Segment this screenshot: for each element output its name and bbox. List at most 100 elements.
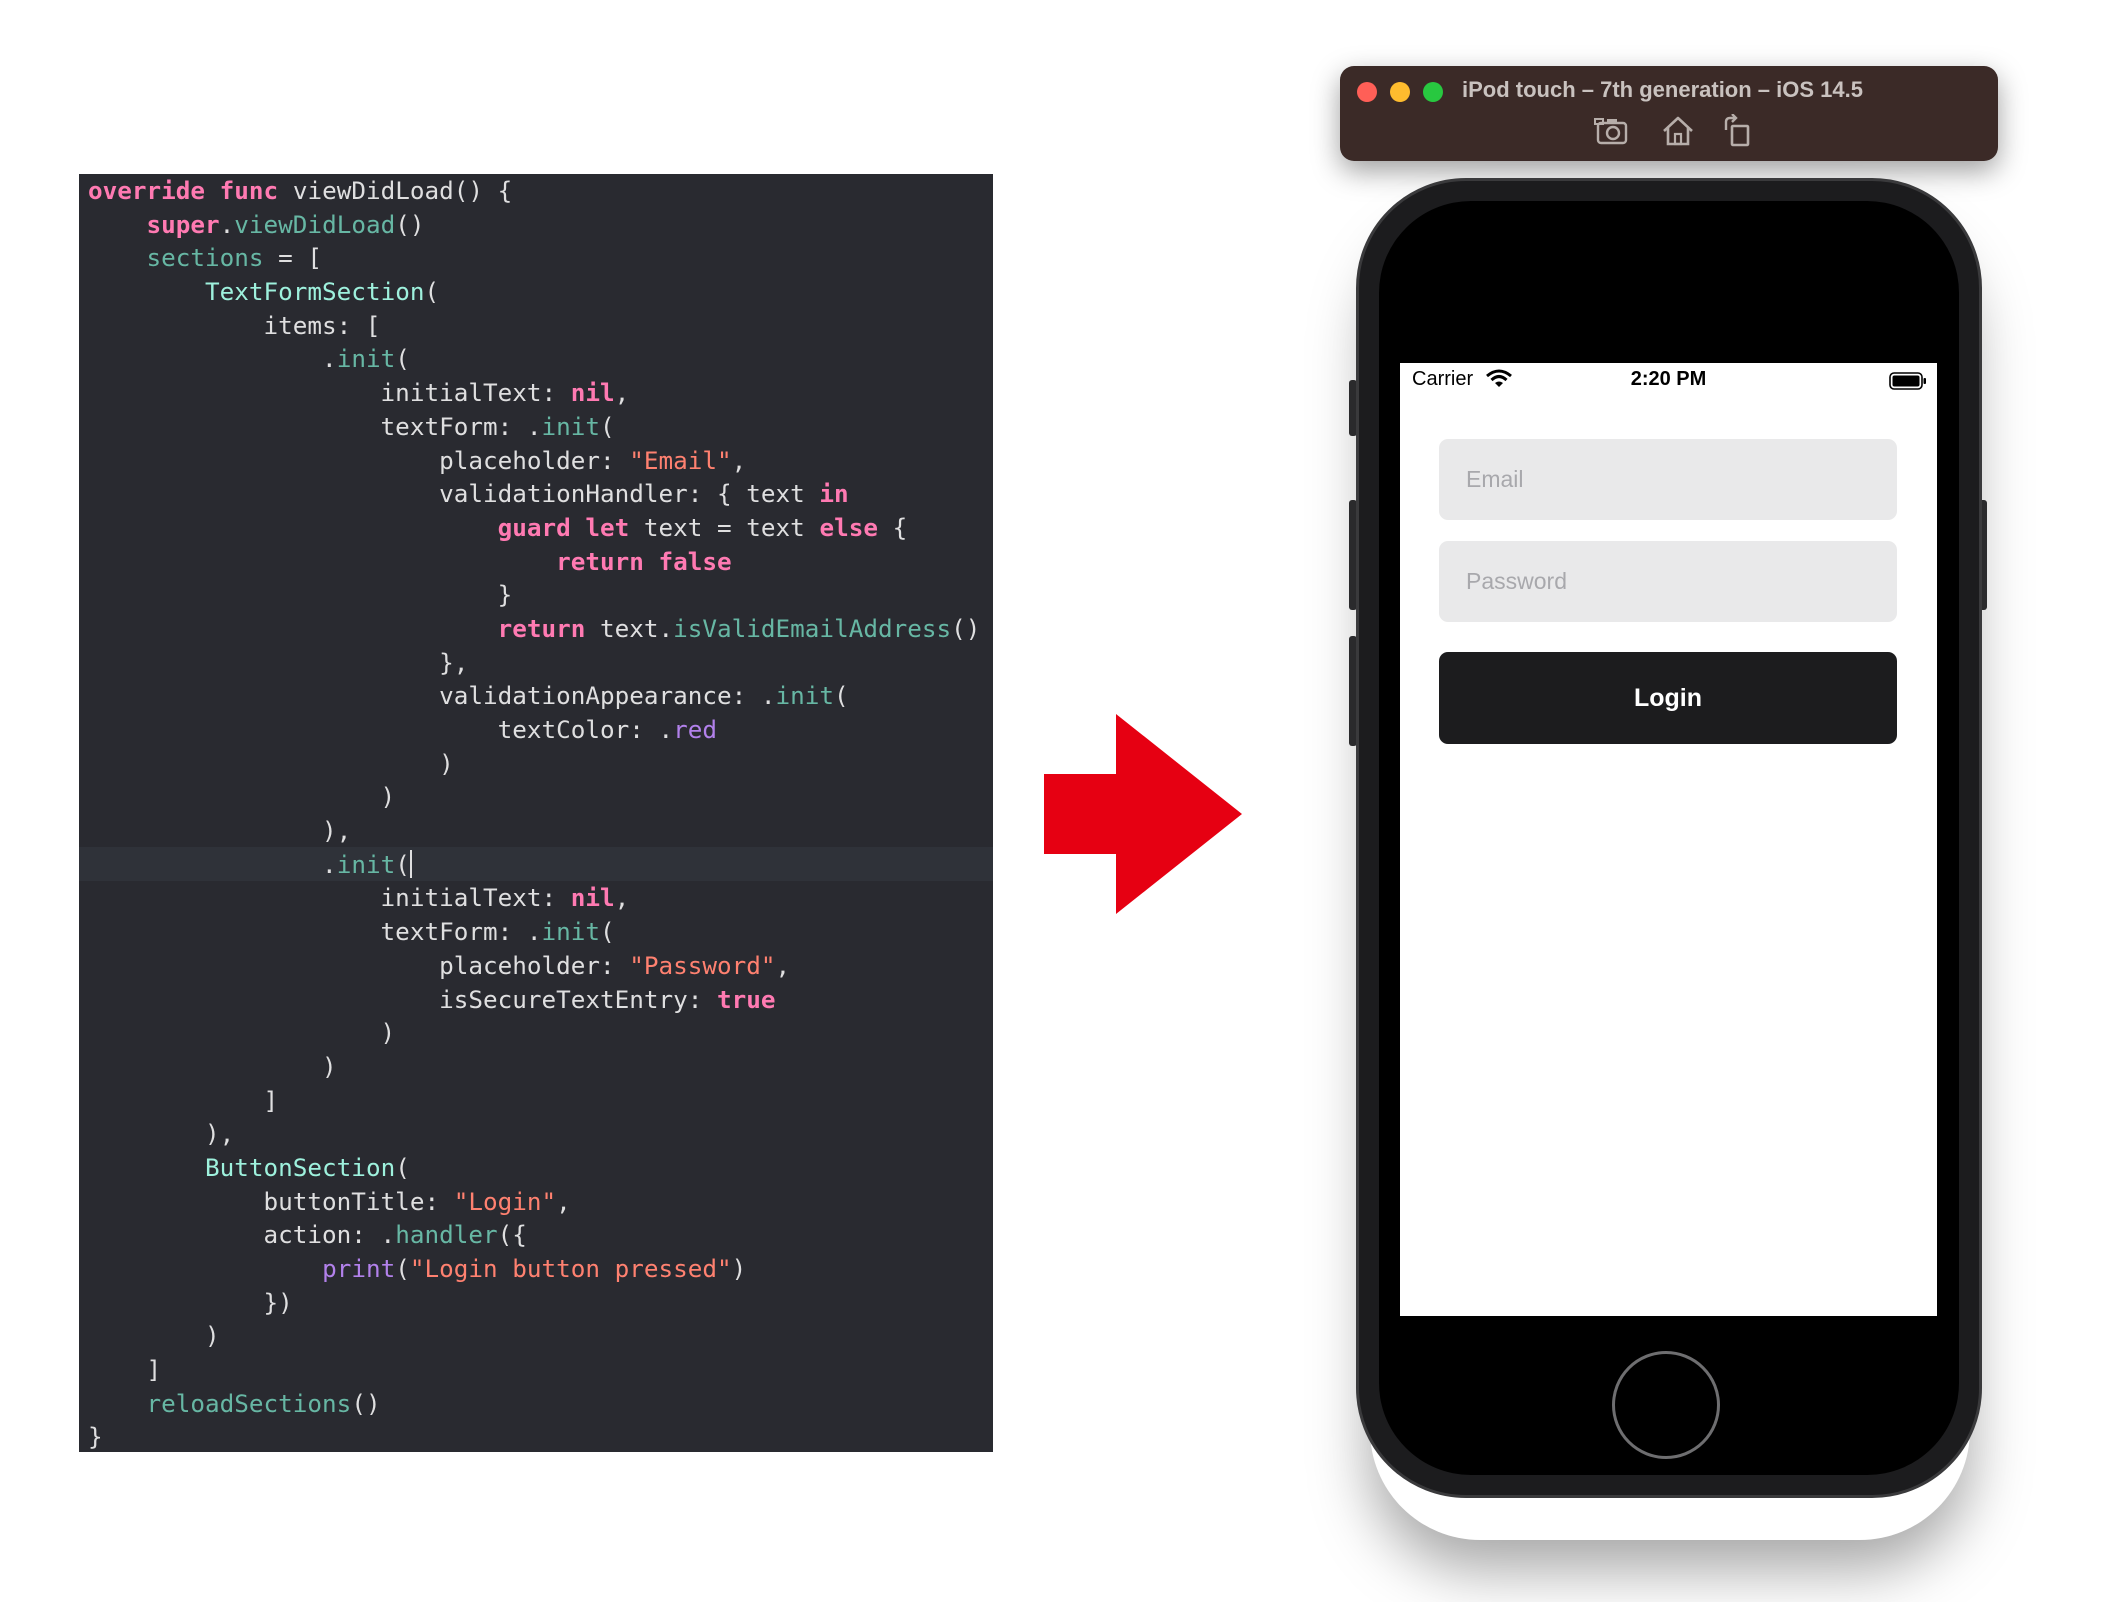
code-line[interactable]: textForm: .init( [88,915,980,949]
close-window-button[interactable] [1357,82,1377,102]
code-line[interactable]: override func viewDidLoad() { [88,174,980,208]
code-lines[interactable]: override func viewDidLoad() { super.view… [88,174,980,1452]
code-line[interactable]: ButtonSection( [88,1151,980,1185]
code-line[interactable]: TextFormSection( [88,275,980,309]
code-token: validationHandler: { text [88,479,820,509]
code-line[interactable]: ) [88,1050,980,1084]
code-token: } [88,580,513,610]
code-line[interactable]: ) [88,780,980,814]
code-token: ), [88,816,352,846]
code-token: { [877,512,908,542]
code-line[interactable]: return false [88,545,980,579]
code-token: print [322,1254,396,1283]
code-line[interactable]: validationAppearance: .init( [88,679,980,713]
code-editor-panel[interactable]: override func viewDidLoad() { super.view… [79,174,993,1452]
code-line[interactable]: initialText: nil, [88,376,980,410]
code-line[interactable]: buttonTitle: "Login", [88,1185,980,1219]
rotate-icon[interactable] [1720,114,1756,148]
code-token: init [541,411,600,441]
code-line[interactable]: ] [88,1353,980,1387]
code-token: }) [88,1287,293,1317]
code-token: ( [395,849,410,879]
code-token: let [585,512,630,542]
code-token: ) [88,748,454,778]
code-token: action: . [88,1220,396,1250]
code-line[interactable]: ) [88,747,980,781]
code-token: init [336,849,396,879]
code-token: items: [ [88,310,381,340]
code-token: ( [599,411,615,441]
code-token: ) [88,1321,220,1351]
code-token: () [351,1388,381,1418]
code-token: init [541,917,600,947]
code-line[interactable]: initialText: nil, [88,881,980,915]
code-line[interactable]: ] [88,1084,980,1118]
password-field[interactable] [1439,541,1897,622]
code-token: "Email" [629,445,732,475]
code-token: viewDidLoad() { [278,176,513,205]
battery-icon [1889,372,1926,390]
code-token: func [219,176,279,205]
code-token: , [556,1186,571,1216]
code-token: ) [88,1051,337,1081]
code-token: () [951,613,981,643]
code-token: isSecureTextEntry: [88,984,718,1014]
code-line[interactable]: sections = [ [88,241,980,275]
code-token: ) [731,1254,747,1283]
minimize-window-button[interactable] [1390,82,1410,102]
code-line[interactable]: ), [88,1117,980,1151]
code-line[interactable]: return text.isValidEmailAddress() [88,612,981,646]
code-line[interactable]: }, [88,646,980,680]
code-line[interactable]: textColor: .red [88,713,980,747]
code-line[interactable]: placeholder: "Email", [88,444,980,478]
code-token: buttonTitle: [88,1186,454,1216]
code-token: , [614,378,630,408]
code-token: true [717,984,776,1014]
code-line[interactable]: placeholder: "Password", [88,949,980,983]
screenshot-icon[interactable] [1594,114,1630,148]
code-line[interactable]: } [88,1420,980,1452]
code-token: text. [585,613,674,643]
email-field[interactable] [1439,439,1897,520]
code-line[interactable]: items: [ [88,309,980,343]
code-token: . [88,344,337,374]
code-token: text = text [629,512,820,542]
code-line[interactable]: ), [88,814,980,848]
code-line[interactable]: validationHandler: { text in [88,477,980,511]
code-token: placeholder: [88,445,630,475]
code-line[interactable]: }) [88,1286,980,1320]
code-line[interactable]: ) [88,1016,980,1050]
code-line[interactable]: .init( [88,848,980,882]
code-line[interactable]: reloadSections() [88,1387,980,1421]
code-token: sections [146,243,264,273]
home-icon[interactable] [1660,114,1696,148]
code-token: validationAppearance: . [88,681,776,711]
code-token: reloadSections [146,1388,352,1418]
code-line[interactable]: ) [88,1319,980,1353]
code-line[interactable]: isSecureTextEntry: true [88,983,980,1017]
zoom-window-button[interactable] [1423,82,1443,102]
code-token: . [219,209,235,239]
code-token: viewDidLoad [234,209,396,239]
code-token: } [88,1422,103,1452]
code-token: ( [599,917,615,947]
red-arrow-graphic [1044,714,1242,914]
arrow-icon [1044,714,1242,914]
code-line[interactable]: .init( [88,342,980,376]
device-home-button[interactable] [1612,1351,1720,1459]
code-token: return [556,546,644,576]
code-line[interactable]: textForm: .init( [88,410,980,444]
login-button[interactable]: Login [1439,652,1897,744]
code-token: = [ [263,243,323,273]
code-line[interactable]: super.viewDidLoad() [88,208,980,242]
code-line[interactable]: } [88,578,980,612]
code-line[interactable]: action: .handler({ [88,1218,980,1252]
code-line[interactable]: guard let text = text else { [88,511,980,545]
code-line[interactable]: print("Login button pressed") [88,1252,980,1286]
